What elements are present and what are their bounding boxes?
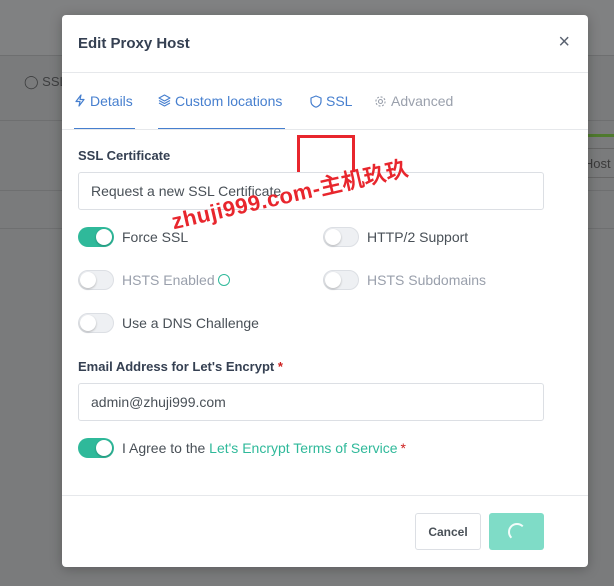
modal-footer: Cancel bbox=[62, 495, 588, 567]
required-mark: * bbox=[277, 359, 283, 374]
force-ssl-toggle[interactable]: Force SSL bbox=[78, 227, 188, 247]
gear-icon bbox=[374, 95, 387, 108]
close-button[interactable]: × bbox=[558, 32, 570, 52]
tab-custom-locations[interactable]: Custom locations bbox=[158, 73, 285, 129]
hsts-subdomains-toggle[interactable]: HSTS Subdomains bbox=[323, 270, 486, 290]
hsts-enabled-switch[interactable] bbox=[78, 270, 114, 290]
force-ssl-switch[interactable] bbox=[78, 227, 114, 247]
tab-details-label: Details bbox=[90, 92, 133, 109]
tab-advanced[interactable]: Advanced bbox=[374, 73, 453, 129]
agree-terms-switch[interactable] bbox=[78, 438, 114, 458]
tab-advanced-label: Advanced bbox=[391, 93, 454, 109]
hsts-subdomains-label: HSTS Subdomains bbox=[367, 272, 487, 288]
http2-support-label: HTTP/2 Support bbox=[367, 229, 469, 245]
loading-spinner-icon bbox=[507, 522, 526, 541]
tab-details[interactable]: Details bbox=[74, 73, 135, 129]
shield-icon bbox=[310, 94, 322, 108]
modal-header: Edit Proxy Host × bbox=[62, 15, 588, 73]
tab-custom-locations-label: Custom locations bbox=[175, 92, 283, 109]
ssl-certificate-select[interactable]: Request a new SSL Certificate bbox=[78, 172, 544, 210]
save-button-loading[interactable] bbox=[489, 513, 544, 550]
email-field[interactable]: admin@zhuji999.com bbox=[78, 383, 544, 421]
dns-challenge-switch[interactable] bbox=[78, 313, 114, 333]
agree-terms-prefix: I Agree to the bbox=[122, 440, 210, 456]
cancel-button[interactable]: Cancel bbox=[415, 513, 481, 550]
dns-challenge-label: Use a DNS Challenge bbox=[122, 315, 259, 331]
info-icon[interactable] bbox=[217, 274, 230, 286]
dns-challenge-toggle[interactable]: Use a DNS Challenge bbox=[78, 313, 259, 333]
hsts-enabled-label: HSTS Enabled bbox=[122, 272, 215, 288]
ssl-certificate-label: SSL Certificate bbox=[78, 148, 171, 163]
modal-title: Edit Proxy Host bbox=[78, 35, 190, 52]
http2-support-switch[interactable] bbox=[323, 227, 359, 247]
tab-bar: Details Custom locations SSL Advanced bbox=[62, 73, 588, 188]
tab-ssl[interactable]: SSL bbox=[310, 73, 352, 129]
terms-of-service-link[interactable]: Let's Encrypt Terms of Service bbox=[209, 440, 397, 456]
zap-icon bbox=[74, 94, 86, 107]
required-mark: * bbox=[400, 440, 406, 456]
agree-terms-toggle[interactable]: I Agree to the Let's Encrypt Terms of Se… bbox=[78, 438, 406, 458]
email-label: Email Address for Let's Encrypt * bbox=[78, 359, 283, 374]
hsts-enabled-toggle[interactable]: HSTS Enabled bbox=[78, 270, 230, 290]
layers-icon bbox=[158, 94, 171, 107]
hsts-subdomains-switch[interactable] bbox=[323, 270, 359, 290]
force-ssl-label: Force SSL bbox=[122, 229, 189, 245]
background-tab-ssl: ◯ SSL bbox=[24, 74, 67, 89]
edit-proxy-host-modal: Edit Proxy Host × Details Custom locatio… bbox=[62, 15, 588, 567]
tab-ssl-label: SSL bbox=[326, 93, 353, 109]
http2-support-toggle[interactable]: HTTP/2 Support bbox=[323, 227, 468, 247]
